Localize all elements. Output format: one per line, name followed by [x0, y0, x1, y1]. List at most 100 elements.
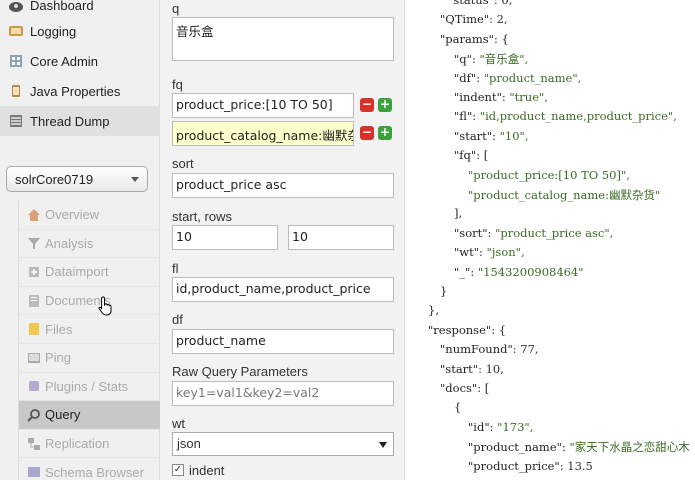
documents-icon [27, 294, 41, 308]
json-line: "product_price:[10 TO 50]", [468, 168, 630, 182]
json-token: : [472, 109, 480, 124]
json-token: "start" [440, 361, 479, 376]
fq-input-1[interactable]: product_price:[10 TO 50] [172, 93, 354, 118]
json-token: : 2, [489, 12, 508, 27]
chevron-down-icon [131, 177, 139, 182]
json-token: "id" [468, 419, 490, 434]
json-token: ], [454, 206, 463, 221]
json-token: "1543200908464" [477, 264, 584, 279]
json-token: "wt" [454, 245, 480, 260]
json-line: "df": "product_name", [454, 71, 581, 85]
json-token: : [470, 264, 478, 279]
json-token: : [ [476, 148, 489, 163]
nav-item-label: Thread Dump [30, 113, 110, 129]
main-nav: Dashboard Logging Core Admin Java Proper… [0, 0, 160, 136]
core-item-documents[interactable]: Documents [19, 287, 160, 316]
json-response-panel: "status": 0, "QTime": 2, "params": {"q": "… [406, 0, 695, 480]
fq-input-2[interactable]: product_catalog_name:幽默杂 [172, 121, 354, 146]
add-fq-button-2[interactable]: + [378, 126, 392, 140]
core-item-query[interactable]: Query [19, 401, 160, 430]
core-menu: Overview Analysis Dataimport Documents F… [18, 201, 160, 480]
json-token: : { [493, 31, 509, 46]
raw-query-label: Raw Query Parameters [172, 364, 308, 379]
core-item-schema-browser[interactable]: Schema Browser [19, 458, 160, 480]
json-token: : 13.5 [559, 458, 593, 473]
core-item-analysis[interactable]: Analysis [19, 230, 160, 259]
sidebar: Dashboard Logging Core Admin Java Proper… [0, 0, 160, 480]
core-admin-icon [8, 53, 24, 69]
json-line: "product_catalog_name:幽默杂货" [468, 187, 660, 203]
core-item-label: Ping [45, 350, 72, 366]
core-item-label: Dataimport [45, 264, 109, 280]
q-textarea[interactable]: 音乐盒 [172, 17, 394, 61]
wt-label: wt [172, 416, 185, 431]
json-line: "indent": "true", [454, 90, 548, 104]
json-token: "params" [440, 31, 494, 46]
fl-input[interactable]: id,product_name,product_price [172, 277, 394, 302]
json-line: "params": { [440, 32, 509, 46]
json-token: "df" [454, 70, 477, 85]
sort-input[interactable]: product_price asc [172, 173, 394, 198]
json-line: "fl": "id,product_name,product_price", [454, 109, 677, 123]
json-token: "docs" [440, 381, 478, 395]
remove-fq-2-button[interactable]: − [360, 126, 374, 140]
json-token: : [479, 245, 487, 260]
json-token: "173", [497, 419, 534, 434]
indent-checkbox[interactable]: ✓ [172, 464, 184, 476]
start-input[interactable]: 10 [172, 225, 278, 250]
nav-item-dashboard[interactable]: Dashboard [0, 0, 160, 16]
df-input[interactable]: product_name [172, 329, 394, 354]
add-fq-button[interactable]: + [378, 98, 392, 112]
core-item-label: Analysis [45, 235, 94, 251]
remove-fq-1-button[interactable]: − [360, 98, 374, 112]
core-item-replication[interactable]: Replication [19, 430, 160, 459]
java-properties-icon [8, 83, 24, 99]
nav-item-java-properties[interactable]: Java Properties [0, 76, 160, 106]
json-token: } [440, 284, 448, 298]
core-item-plugins-stats[interactable]: Plugins / Stats [19, 373, 160, 402]
json-token: "sort" [454, 225, 488, 240]
json-token: "product_name", [483, 70, 582, 85]
json-token: : 77, [512, 342, 539, 357]
core-item-overview[interactable]: Overview [19, 201, 160, 230]
json-token: "id,product_name,product_price", [479, 109, 677, 124]
json-line: "product_price": 13.5 [468, 459, 593, 473]
core-selector[interactable]: solrCore0719 [6, 166, 148, 192]
json-line: "response": { [428, 323, 506, 337]
json-token: "product_name" [468, 440, 562, 455]
files-icon [27, 322, 41, 336]
core-item-dataimport[interactable]: Dataimport [19, 258, 160, 287]
core-item-label: Files [45, 321, 73, 337]
fl-label: fl [172, 261, 179, 276]
core-item-files[interactable]: Files [19, 315, 160, 344]
json-line: { [454, 400, 461, 414]
json-token: "10", [499, 128, 529, 143]
json-line: "wt": "json", [454, 245, 525, 259]
json-token: "product_catalog_name:幽默杂货" [468, 188, 661, 202]
nav-item-core-admin[interactable]: Core Admin [0, 46, 160, 76]
json-line: "product_name": "家天下水晶之恋甜心木 [468, 439, 690, 455]
raw-query-input[interactable]: key1=val1&key2=val2 [172, 381, 394, 406]
json-line: } [440, 284, 447, 298]
dataimport-icon [27, 265, 41, 279]
json-token: "fl" [454, 109, 473, 124]
core-item-ping[interactable]: Ping [19, 344, 160, 373]
json-token: "product_price:[10 TO 50]", [468, 167, 630, 182]
json-token: }, [428, 303, 439, 318]
nav-item-label: Logging [30, 23, 77, 39]
rows-input[interactable]: 10 [288, 225, 394, 250]
dashboard-icon [8, 0, 24, 13]
nav-item-logging[interactable]: Logging [0, 16, 160, 46]
nav-item-thread-dump[interactable]: Thread Dump [0, 106, 160, 136]
wt-select[interactable]: json [172, 432, 394, 456]
core-item-label: Plugins / Stats [45, 378, 129, 394]
json-line: "docs": [ [440, 381, 489, 395]
json-line: "start": "10", [454, 129, 528, 143]
json-line: "status": 0, [448, 0, 512, 7]
json-line: "start": 10, [440, 362, 504, 376]
json-token: "response" [428, 322, 492, 337]
json-token: "numFound" [440, 342, 513, 357]
json-line: "id": "173", [468, 420, 533, 434]
json-line: ], [454, 206, 462, 220]
sort-label: sort [172, 156, 194, 171]
